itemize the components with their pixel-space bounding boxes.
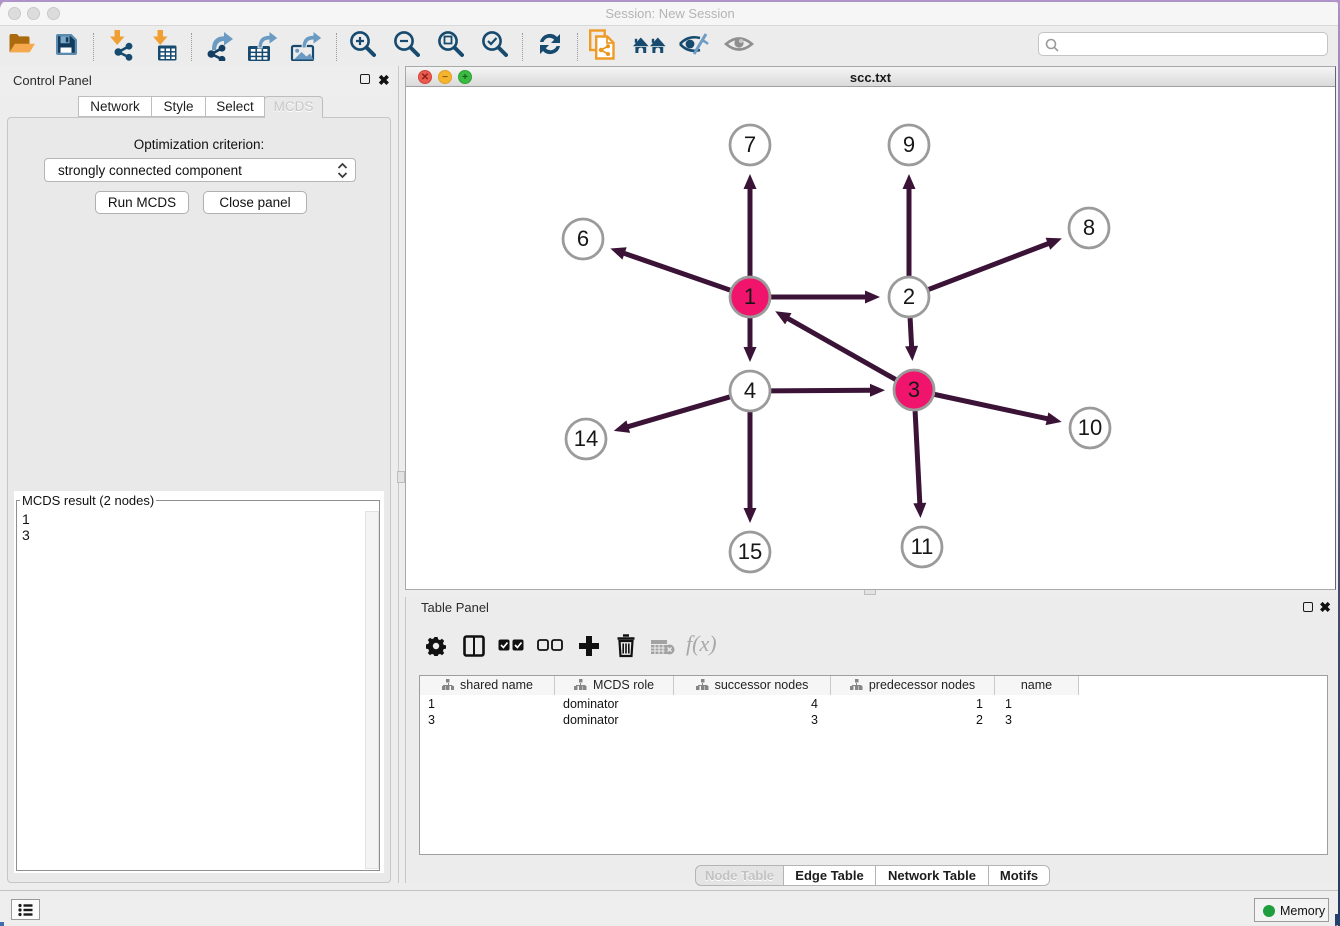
svg-text:3: 3: [908, 377, 920, 402]
svg-text:7: 7: [744, 132, 756, 157]
svg-text:11: 11: [911, 534, 934, 559]
svg-text:4: 4: [744, 378, 756, 403]
svg-text:2: 2: [903, 284, 915, 309]
svg-text:8: 8: [1083, 215, 1095, 240]
svg-text:6: 6: [577, 226, 589, 251]
svg-text:1: 1: [744, 284, 756, 309]
svg-text:15: 15: [738, 539, 762, 564]
svg-text:14: 14: [574, 426, 598, 451]
svg-text:9: 9: [903, 132, 915, 157]
svg-text:10: 10: [1078, 415, 1102, 440]
